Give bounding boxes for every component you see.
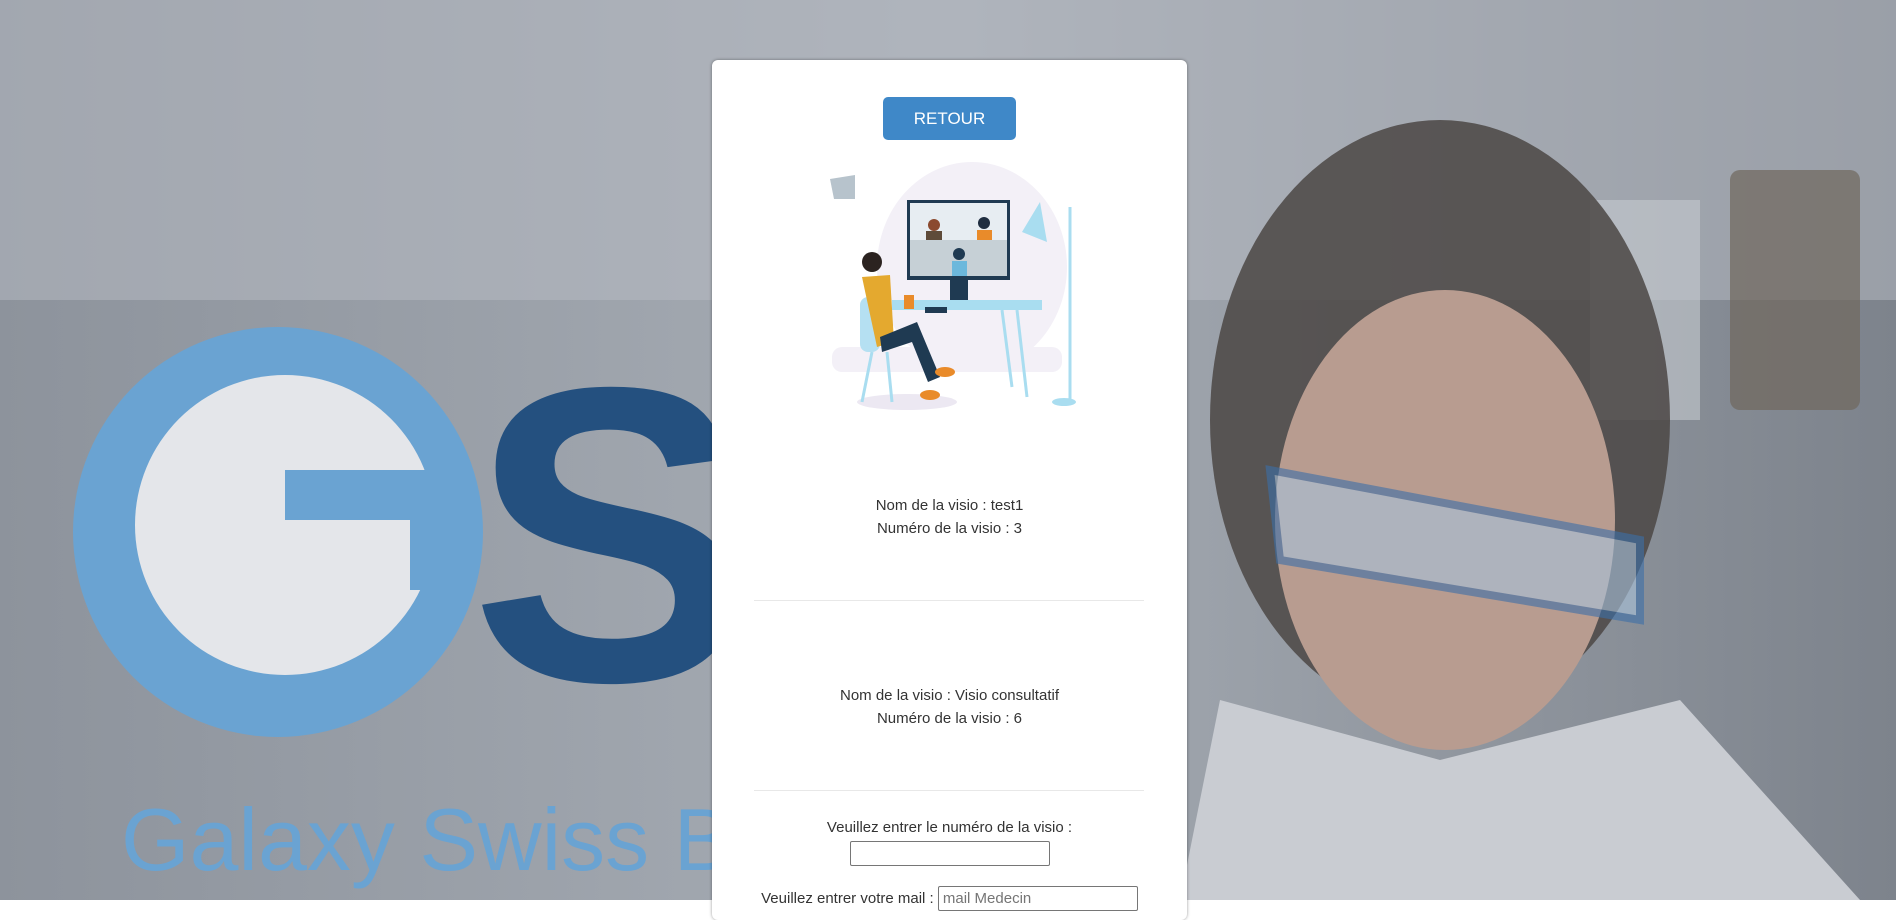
logo-letter-s: S <box>470 301 750 770</box>
visio-number-form: Veuillez entrer le numéro de la visio : <box>712 816 1187 866</box>
visio-item: Nom de la visio : test1 Numéro de la vis… <box>712 494 1187 540</box>
mail-input[interactable] <box>937 886 1138 911</box>
visio-number: Numéro de la visio : 3 <box>876 520 1023 537</box>
video-conference-illustration <box>830 162 1076 410</box>
visio-number-label: Veuillez entrer le numéro de la visio : <box>826 819 1073 836</box>
divider <box>754 790 1144 791</box>
mail-form: Veuillez entrer votre mail : <box>712 886 1187 911</box>
visio-number-input[interactable] <box>849 841 1050 866</box>
divider <box>754 600 1144 601</box>
mail-label: Veuillez entrer votre mail : <box>761 890 934 907</box>
visio-name: Nom de la visio : Visio consultatif <box>840 687 1059 704</box>
visio-card: RETOUR Nom de la visio : test1 Numéro de… <box>712 60 1187 920</box>
visio-item: Nom de la visio : Visio consultatif Numé… <box>712 684 1187 730</box>
visio-name: Nom de la visio : test1 <box>875 497 1024 514</box>
back-button[interactable]: RETOUR <box>883 97 1016 140</box>
visio-number: Numéro de la visio : 6 <box>876 710 1023 727</box>
